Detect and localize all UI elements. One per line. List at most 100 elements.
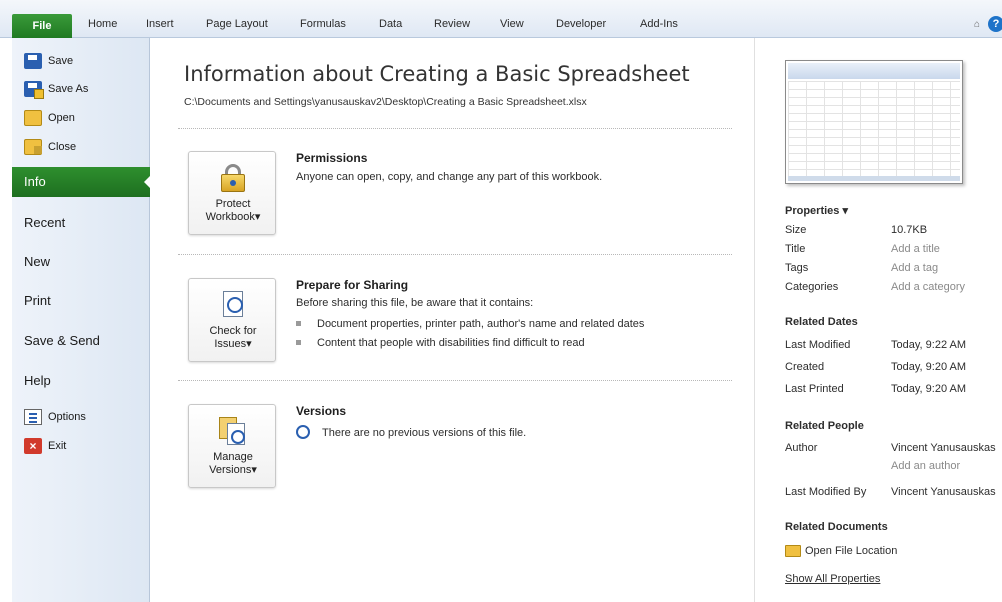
versions-text: There are no previous versions of this f…	[296, 425, 526, 440]
close-label: Close	[48, 141, 77, 153]
section-divider	[178, 254, 732, 255]
dropdown-arrow-icon: ▾	[842, 205, 849, 217]
permissions-text: Anyone can open, copy, and change any pa…	[296, 171, 603, 183]
property-label-title: Title	[785, 243, 806, 255]
protect-workbook-button[interactable]: Protect Workbook▾	[188, 151, 276, 235]
author-value[interactable]: Vincent Yanusauskas	[891, 442, 996, 454]
section-divider	[178, 128, 732, 129]
related-dates-header: Related Dates	[785, 316, 858, 328]
tab-formulas[interactable]: Formulas	[300, 18, 346, 30]
save-label: Save	[48, 55, 74, 67]
tab-data[interactable]: Data	[379, 18, 402, 30]
list-item: Document properties, printer path, autho…	[296, 318, 644, 330]
last-modified-by-label: Last Modified By	[785, 486, 867, 498]
lock-icon	[219, 164, 247, 192]
tab-file[interactable]: File	[12, 14, 72, 38]
folder-icon	[785, 545, 801, 557]
options-icon	[24, 409, 42, 425]
add-author-link[interactable]: Add an author	[891, 460, 960, 472]
open-folder-icon	[24, 110, 42, 126]
properties-panel: Properties ▾ Size 10.7KB Title Add a tit…	[754, 38, 1002, 602]
tab-review[interactable]: Review	[434, 18, 470, 30]
property-label-tags: Tags	[785, 262, 809, 274]
properties-header[interactable]: Properties ▾	[785, 204, 848, 217]
prepare-sharing-title: Prepare for Sharing	[296, 278, 409, 292]
info-main-panel: Information about Creating a Basic Sprea…	[150, 38, 754, 602]
property-value-size: 10.7KB	[891, 224, 928, 236]
tab-add-ins[interactable]: Add-Ins	[640, 18, 678, 30]
open-file-location-label: Open File Location	[805, 545, 898, 557]
tab-developer[interactable]: Developer	[556, 18, 606, 30]
protect-workbook-label: Protect Workbook▾	[205, 198, 261, 223]
backstage-sidebar: Save Save As Open Close Info Recent New …	[12, 38, 150, 602]
date-value-last-modified: Today, 9:22 AM	[891, 339, 967, 351]
author-label: Author	[785, 442, 818, 454]
sidebar-item-save-send[interactable]: Save & Send	[12, 326, 150, 356]
sidebar-item-info[interactable]: Info	[12, 167, 150, 197]
sidebar-item-new[interactable]: New	[12, 247, 150, 277]
save-command[interactable]: Save	[24, 50, 144, 72]
exit-command[interactable]: × Exit	[24, 435, 144, 457]
save-as-label: Save As	[48, 83, 89, 95]
open-command[interactable]: Open	[24, 107, 144, 129]
open-file-location-button[interactable]: Open File Location	[785, 545, 897, 557]
check-for-issues-button[interactable]: Check for Issues▾	[188, 278, 276, 362]
tab-view[interactable]: View	[500, 18, 524, 30]
tab-page-layout[interactable]: Page Layout	[206, 18, 268, 30]
property-value-categories[interactable]: Add a category	[891, 281, 965, 293]
manage-versions-label: Manage Versions▾	[209, 451, 257, 476]
date-label-created: Created	[785, 361, 825, 373]
permissions-title: Permissions	[296, 151, 368, 165]
prepare-sharing-text: Before sharing this file, be aware that …	[296, 297, 534, 309]
property-label-categories: Categories	[785, 281, 839, 293]
date-value-last-printed: Today, 9:20 AM	[891, 383, 967, 395]
sidebar-item-recent[interactable]: Recent	[12, 208, 150, 238]
check-for-issues-label: Check for Issues▾	[209, 325, 257, 350]
bullet-icon	[296, 320, 301, 326]
page-title: Information about Creating a Basic Sprea…	[184, 62, 690, 86]
minimize-ribbon-icon[interactable]: ⌂	[974, 19, 980, 30]
options-command[interactable]: Options	[24, 406, 144, 428]
close-folder-icon	[24, 139, 42, 155]
save-as-command[interactable]: Save As	[24, 78, 144, 100]
property-label-size: Size	[785, 224, 807, 236]
property-value-tags[interactable]: Add a tag	[891, 262, 938, 274]
tab-insert[interactable]: Insert	[146, 18, 174, 30]
save-as-icon	[24, 81, 44, 99]
dropdown-arrow-icon: ▾	[251, 464, 257, 476]
file-path: C:\Documents and Settings\yanusauskav2\D…	[184, 96, 587, 108]
related-people-header: Related People	[785, 420, 864, 432]
inspect-document-icon	[219, 291, 247, 319]
sidebar-item-print[interactable]: Print	[12, 286, 150, 316]
save-icon	[24, 53, 42, 69]
options-label: Options	[48, 411, 86, 423]
versions-icon	[219, 417, 247, 445]
section-divider	[178, 380, 732, 381]
date-label-last-printed: Last Printed	[785, 383, 844, 395]
date-value-created: Today, 9:20 AM	[891, 361, 967, 373]
close-command[interactable]: Close	[24, 136, 144, 158]
ribbon-tabs: File Home Insert Page Layout Formulas Da…	[12, 14, 1002, 38]
dropdown-arrow-icon: ▾	[246, 338, 252, 350]
related-documents-header: Related Documents	[785, 521, 888, 533]
show-all-properties-link[interactable]: Show All Properties	[785, 573, 880, 585]
open-label: Open	[48, 112, 75, 124]
sidebar-item-help[interactable]: Help	[12, 366, 150, 396]
last-modified-by-value[interactable]: Vincent Yanusauskas	[891, 486, 996, 498]
list-item: Content that people with disabilities fi…	[296, 337, 585, 349]
versions-title: Versions	[296, 404, 347, 418]
tab-home[interactable]: Home	[88, 18, 117, 30]
help-icon[interactable]: ?	[988, 16, 1002, 32]
date-label-last-modified: Last Modified	[785, 339, 851, 351]
exit-label: Exit	[48, 440, 67, 452]
workbook-thumbnail	[785, 60, 963, 184]
property-value-title[interactable]: Add a title	[891, 243, 940, 255]
bullet-icon	[296, 339, 301, 345]
version-history-icon	[296, 425, 310, 439]
ribbon-right-controls: ⌂ ?	[962, 16, 1002, 36]
sidebar-item-info-label: Info	[24, 174, 46, 189]
ribbon-tab-bar: File Home Insert Page Layout Formulas Da…	[0, 0, 1002, 38]
exit-icon: ×	[24, 438, 42, 454]
manage-versions-button[interactable]: Manage Versions▾	[188, 404, 276, 488]
dropdown-arrow-icon: ▾	[254, 211, 261, 223]
